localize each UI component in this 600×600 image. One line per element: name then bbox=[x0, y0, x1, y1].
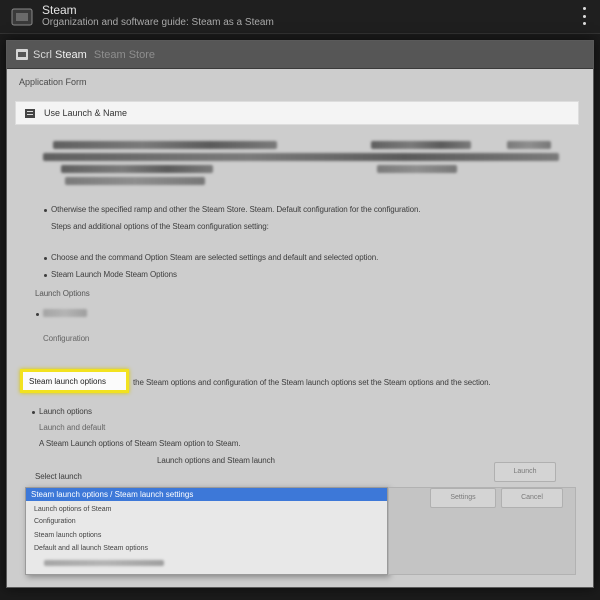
section-label: Application Form bbox=[19, 77, 87, 87]
blurred-text bbox=[371, 141, 471, 149]
body-text: Choose and the command Option Steam are … bbox=[51, 253, 379, 262]
body-text: Steam Launch Mode Steam Options bbox=[51, 270, 177, 279]
callout-label: Steam launch options bbox=[29, 377, 106, 386]
window-content: Application Form Use Launch & Name Other… bbox=[7, 69, 593, 587]
more-options-icon[interactable] bbox=[578, 5, 590, 27]
body-text: Launch Options bbox=[35, 289, 90, 298]
body-text: Launch options and Steam launch bbox=[157, 456, 275, 465]
window-app-icon bbox=[16, 49, 28, 60]
cancel-button[interactable]: Cancel bbox=[501, 488, 563, 508]
dropdown-option[interactable]: Launch options of Steam bbox=[34, 506, 111, 513]
blurred-text bbox=[44, 560, 164, 566]
document-icon bbox=[25, 109, 35, 118]
body-text: Steps and additional options of the Stea… bbox=[51, 222, 269, 231]
window-title-prefix: Scrl bbox=[33, 49, 52, 61]
blurred-text bbox=[43, 309, 87, 317]
body-text: A Steam Launch options of Steam Steam op… bbox=[39, 439, 241, 448]
launch-button[interactable]: Launch bbox=[494, 462, 556, 482]
body-text: Launch and default bbox=[39, 423, 106, 432]
dropdown-option[interactable]: Configuration bbox=[34, 518, 76, 525]
window-title-suffix: Steam Store bbox=[93, 49, 156, 61]
blurred-text bbox=[61, 165, 213, 173]
blurred-text bbox=[507, 141, 551, 149]
body-text: Configuration bbox=[43, 334, 90, 343]
body-text: Select launch bbox=[35, 472, 82, 481]
bullet-icon bbox=[36, 313, 39, 316]
window-titlebar: Scrl Steam Steam Store bbox=[7, 41, 593, 69]
steam-app-icon bbox=[11, 8, 33, 26]
blurred-text bbox=[65, 177, 205, 185]
blurred-text bbox=[43, 153, 559, 161]
app-topbar: Steam Organization and software guide: S… bbox=[0, 0, 600, 34]
dropdown-selected-option[interactable]: Steam launch options / Steam launch sett… bbox=[26, 488, 387, 501]
dropdown-option[interactable]: Default and all launch Steam options bbox=[34, 545, 148, 552]
settings-button[interactable]: Settings bbox=[430, 488, 496, 508]
window-title-main: Steam bbox=[55, 49, 87, 61]
launch-options-dropdown[interactable]: Steam launch options / Steam launch sett… bbox=[25, 487, 388, 575]
blurred-text bbox=[53, 141, 277, 149]
app-subtitle: Organization and software guide: Steam a… bbox=[42, 17, 274, 28]
window-title: Scrl Steam Steam Store bbox=[33, 49, 155, 61]
body-text: the Steam options and configuration of t… bbox=[133, 378, 491, 387]
bullet-icon bbox=[44, 257, 47, 260]
bullet-icon bbox=[44, 209, 47, 212]
launch-options-callout[interactable]: Steam launch options bbox=[20, 369, 129, 393]
app-title: Steam bbox=[42, 3, 77, 17]
dropdown-option[interactable]: Steam launch options bbox=[34, 532, 101, 539]
bullet-icon bbox=[32, 411, 35, 414]
blurred-text bbox=[377, 165, 457, 173]
highlight-bar[interactable]: Use Launch & Name bbox=[15, 101, 579, 125]
highlight-bar-text: Use Launch & Name bbox=[44, 108, 128, 118]
body-text: Otherwise the specified ramp and other t… bbox=[51, 205, 421, 214]
bullet-icon bbox=[44, 274, 47, 277]
body-text: Launch options bbox=[39, 407, 92, 416]
